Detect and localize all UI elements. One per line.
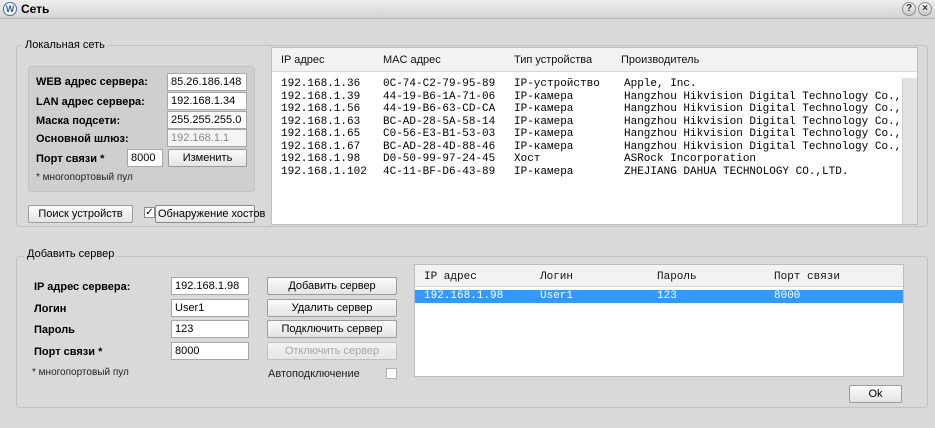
device-row[interactable]: 192.168.1.56 44-19-B6-63-CD-CA IP-камера Ha…	[272, 103, 902, 115]
device-row[interactable]: 192.168.1.36 0C-74-C2-79-95-89 IP-устройст…	[272, 78, 902, 90]
title-bar: W Сеть ? ×	[0, 0, 935, 19]
port-label: Порт связи *	[36, 153, 105, 165]
web-address-field[interactable]: 85.26.186.148	[167, 73, 247, 91]
change-button[interactable]: Изменить	[168, 149, 247, 167]
ok-button[interactable]: Ok	[849, 385, 902, 403]
device-mac: 4C-11-BF-D6-43-89	[383, 165, 496, 178]
close-button[interactable]: ×	[918, 2, 932, 16]
window-title: Сеть	[21, 2, 50, 16]
device-row[interactable]: 192.168.1.65 C0-56-E3-B1-53-03 IP-камера Ha…	[272, 128, 902, 140]
servers-table-body: 192.168.1.98 User1 123 8000	[415, 290, 903, 370]
device-type: IP-камера	[514, 115, 574, 128]
device-type: IP-камера	[514, 103, 574, 115]
device-mac: BC-AD-28-4D-88-46	[383, 140, 496, 153]
device-type: Хост	[514, 153, 541, 165]
servers-col-login[interactable]: Логин	[540, 271, 573, 283]
servers-col-port[interactable]: Порт связи	[774, 271, 840, 283]
lan-address-label: LAN адрес сервера:	[36, 96, 145, 108]
server-row[interactable]: 192.168.1.98 User1 123 8000	[415, 290, 903, 303]
device-vendor: Hangzhou Hikvision Digital Technology Co…	[624, 115, 902, 128]
host-detection-checkbox[interactable]: ✓	[144, 207, 155, 218]
device-row[interactable]: 192.168.1.98 D0-50-99-97-24-45 Хост ASRock …	[272, 153, 902, 165]
device-mac: 0C-74-C2-79-95-89	[383, 78, 496, 90]
device-vendor: ZHEJIANG DAHUA TECHNOLOGY CO.,LTD.	[624, 165, 849, 178]
servers-table-header: IP адрес Логин Пароль Порт связи	[415, 265, 903, 287]
device-ip: 192.168.1.39	[281, 90, 361, 103]
servers-col-password[interactable]: Пароль	[657, 271, 697, 283]
server-port-field[interactable]: 8000	[171, 342, 249, 360]
device-row[interactable]: 192.168.1.39 44-19-B6-1A-71-06 IP-камера Ha…	[272, 91, 902, 103]
devices-col-type[interactable]: Тип устройства	[514, 54, 592, 66]
device-ip: 192.168.1.36	[281, 78, 361, 90]
devices-table-header: IP адрес MAC адрес Тип устройства Произв…	[272, 48, 917, 72]
lan-address-field[interactable]: 192.168.1.34	[167, 92, 247, 110]
device-row[interactable]: 192.168.1.63 BC-AD-28-5A-58-14 IP-камера Ha…	[272, 116, 902, 128]
device-vendor: Hangzhou Hikvision Digital Technology Co…	[624, 128, 902, 140]
device-mac: C0-56-E3-B1-53-03	[383, 128, 496, 140]
login-field[interactable]: User1	[171, 299, 249, 317]
app-logo-icon: W	[3, 2, 17, 16]
device-ip: 192.168.1.98	[281, 153, 361, 165]
server-login: User1	[540, 290, 574, 302]
devices-col-ip[interactable]: IP адрес	[281, 54, 325, 66]
host-detection-label[interactable]: Обнаружение хостов	[155, 205, 265, 223]
password-field[interactable]: 123	[171, 320, 249, 338]
device-vendor: Hangzhou Hikvision Digital Technology Co…	[624, 90, 902, 103]
autoconnect-label: Автоподключение	[268, 368, 360, 380]
device-ip: 192.168.1.67	[281, 140, 361, 153]
device-ip: 192.168.1.102	[281, 165, 367, 178]
device-ip: 192.168.1.56	[281, 103, 361, 115]
password-label: Пароль	[34, 324, 75, 336]
subnet-mask-label: Маска подсети:	[36, 115, 121, 127]
server-ip: 192.168.1.98	[424, 290, 504, 302]
device-vendor: Apple, Inc.	[624, 78, 697, 90]
device-row[interactable]: 192.168.1.67 BC-AD-28-4D-88-46 IP-камера Ha…	[272, 141, 902, 153]
server-ip-label: IP адрес сервера:	[34, 281, 131, 293]
local-network-title: Локальная сеть	[22, 39, 108, 51]
server-port: 8000	[774, 290, 801, 302]
servers-col-ip[interactable]: IP адрес	[424, 271, 477, 283]
multiport-note: * многопортовый пул	[36, 172, 133, 183]
device-mac: 44-19-B6-63-CD-CA	[383, 103, 496, 115]
devices-scrollbar[interactable]	[902, 78, 917, 224]
servers-table: IP адрес Логин Пароль Порт связи 192.168…	[414, 264, 904, 377]
devices-col-mac[interactable]: MAC адрес	[383, 54, 441, 66]
device-type: IP-камера	[514, 140, 574, 153]
port-field[interactable]: 8000	[127, 149, 163, 167]
device-row[interactable]: 192.168.1.102 4C-11-BF-D6-43-89 IP-камера Z…	[272, 166, 902, 178]
device-ip: 192.168.1.63	[281, 115, 361, 128]
device-type: IP-камера	[514, 128, 574, 140]
device-vendor: Hangzhou Hikvision Digital Technology Co…	[624, 103, 902, 115]
device-type: IP-камера	[514, 90, 574, 103]
login-label: Логин	[34, 303, 67, 315]
server-multiport-note: * многопортовый пул	[32, 367, 129, 378]
help-button[interactable]: ?	[902, 2, 916, 16]
subnet-mask-field[interactable]: 255.255.255.0	[167, 111, 247, 129]
add-server-button[interactable]: Добавить сервер	[267, 277, 397, 295]
device-mac: 44-19-B6-1A-71-06	[383, 90, 496, 103]
device-vendor: ASRock Incorporation	[624, 153, 757, 165]
device-ip: 192.168.1.65	[281, 128, 361, 140]
search-devices-button[interactable]: Поиск устройств	[28, 205, 133, 223]
web-address-label: WEB адрес сервера:	[36, 76, 148, 88]
server-port-label: Порт связи *	[34, 346, 103, 358]
devices-table-body: 192.168.1.36 0C-74-C2-79-95-89 IP-устройст…	[272, 78, 902, 218]
server-ip-field[interactable]: 192.168.1.98	[171, 277, 249, 295]
device-vendor: Hangzhou Hikvision Digital Technology Co…	[624, 140, 902, 153]
connect-server-button[interactable]: Подключить сервер	[267, 320, 397, 338]
devices-col-vendor[interactable]: Производитель	[621, 54, 699, 66]
device-mac: D0-50-99-97-24-45	[383, 153, 496, 165]
device-type: IP-камера	[514, 165, 574, 178]
gateway-label: Основной шлюз:	[36, 133, 129, 145]
gateway-field[interactable]: 192.168.1.1	[167, 129, 247, 147]
autoconnect-checkbox[interactable]	[386, 368, 397, 379]
delete-server-button[interactable]: Удалить сервер	[267, 299, 397, 317]
device-type: IP-устройство	[514, 78, 600, 90]
disconnect-server-button[interactable]: Отключить сервер	[267, 342, 397, 360]
device-mac: BC-AD-28-5A-58-14	[383, 115, 496, 128]
add-server-title: Добавить сервер	[24, 248, 118, 260]
devices-table: IP адрес MAC адрес Тип устройства Произв…	[271, 47, 918, 225]
server-password: 123	[657, 290, 677, 302]
